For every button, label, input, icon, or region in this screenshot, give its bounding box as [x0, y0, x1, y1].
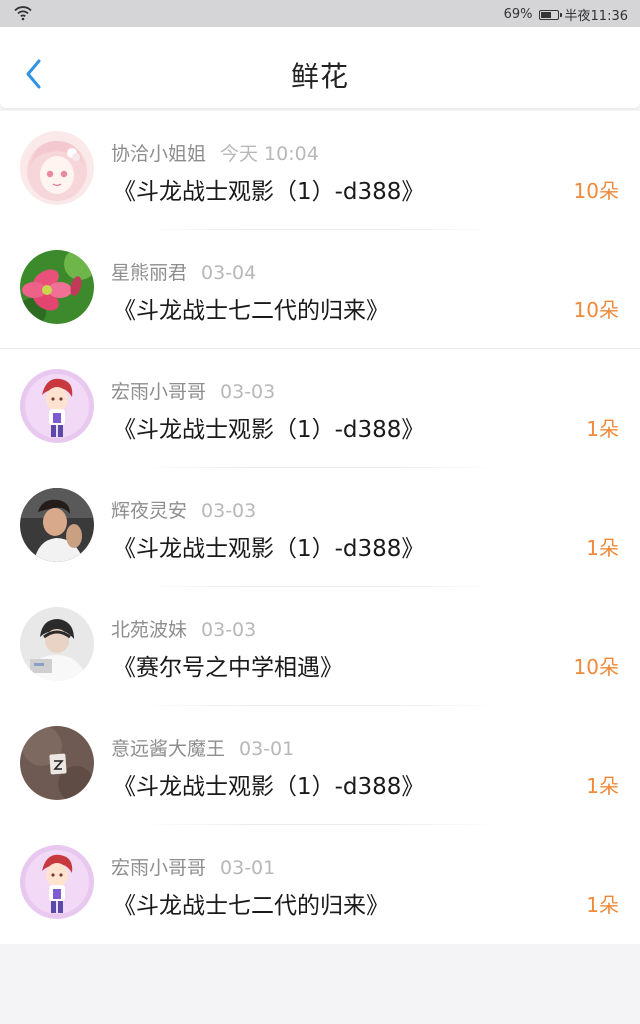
paper-photo-avatar[interactable]: [20, 726, 94, 800]
work-title[interactable]: 《斗龙战士七二代的归来》: [113, 886, 389, 920]
user-name[interactable]: 宏雨小哥哥: [111, 857, 206, 879]
timestamp: 03-01: [239, 738, 295, 760]
flower-list: 协洽小姐姐 今天 10:04 《斗龙战士观影（1）-d388》 10朵 星熊丽君 0…: [0, 111, 640, 944]
user-name[interactable]: 星熊丽君: [111, 262, 187, 284]
nav-header: 鲜花: [0, 27, 640, 108]
list-item[interactable]: 辉夜灵安 03-03 《斗龙战士观影（1）-d388》 1朵: [0, 468, 640, 587]
work-title[interactable]: 《斗龙战士观影（1）-d388》: [113, 767, 424, 801]
anime-boy-avatar[interactable]: [20, 845, 94, 919]
page-title: 鲜花: [290, 60, 349, 93]
flower-count: 1朵: [586, 417, 619, 441]
list-item[interactable]: 意远酱大魔王 03-01 《斗龙战士观影（1）-d388》 1朵: [0, 706, 640, 825]
user-name[interactable]: 宏雨小哥哥: [111, 381, 206, 403]
work-title[interactable]: 《斗龙战士七二代的归来》: [113, 291, 389, 325]
user-name[interactable]: 北苑波妹: [111, 619, 187, 641]
timestamp: 03-01: [220, 857, 276, 879]
timestamp: 03-03: [201, 500, 257, 522]
man-photo-avatar[interactable]: [20, 488, 94, 562]
list-item[interactable]: 星熊丽君 03-04 《斗龙战士七二代的归来》 10朵: [0, 230, 640, 349]
flower-count: 1朵: [586, 536, 619, 560]
anime-girl-avatar[interactable]: [20, 131, 94, 205]
boy-photo-avatar[interactable]: [20, 607, 94, 681]
flower-count: 10朵: [573, 179, 619, 203]
clock: 半夜11:36: [564, 9, 628, 24]
timestamp: 今天 10:04: [220, 143, 319, 165]
work-title[interactable]: 《斗龙战士观影（1）-d388》: [113, 172, 424, 206]
list-item[interactable]: 协洽小姐姐 今天 10:04 《斗龙战士观影（1）-d388》 10朵: [0, 111, 640, 230]
battery-percent: 69%: [503, 7, 533, 22]
flower-count: 1朵: [586, 893, 619, 917]
work-title[interactable]: 《斗龙战士观影（1）-d388》: [113, 410, 424, 444]
user-name[interactable]: 意远酱大魔王: [111, 738, 225, 760]
flower-count: 1朵: [586, 774, 619, 798]
pink-flower-avatar[interactable]: [20, 250, 94, 324]
timestamp: 03-04: [201, 262, 257, 284]
list-item[interactable]: 北苑波妹 03-03 《赛尔号之中学相遇》 10朵: [0, 587, 640, 706]
timestamp: 03-03: [201, 619, 257, 641]
wifi-icon: [14, 6, 32, 21]
status-bar: 69% 半夜11:36: [0, 0, 640, 27]
anime-boy-avatar[interactable]: [20, 369, 94, 443]
list-item[interactable]: 宏雨小哥哥 03-03 《斗龙战士观影（1）-d388》 1朵: [0, 349, 640, 468]
flower-count: 10朵: [573, 655, 619, 679]
user-name[interactable]: 协洽小姐姐: [111, 143, 206, 165]
battery-icon: [538, 9, 562, 20]
work-title[interactable]: 《斗龙战士观影（1）-d388》: [113, 529, 424, 563]
list-item[interactable]: 宏雨小哥哥 03-01 《斗龙战士七二代的归来》 1朵: [0, 825, 640, 944]
timestamp: 03-03: [220, 381, 276, 403]
work-title[interactable]: 《赛尔号之中学相遇》: [113, 648, 343, 682]
flower-count: 10朵: [573, 298, 619, 322]
user-name[interactable]: 辉夜灵安: [111, 500, 187, 522]
